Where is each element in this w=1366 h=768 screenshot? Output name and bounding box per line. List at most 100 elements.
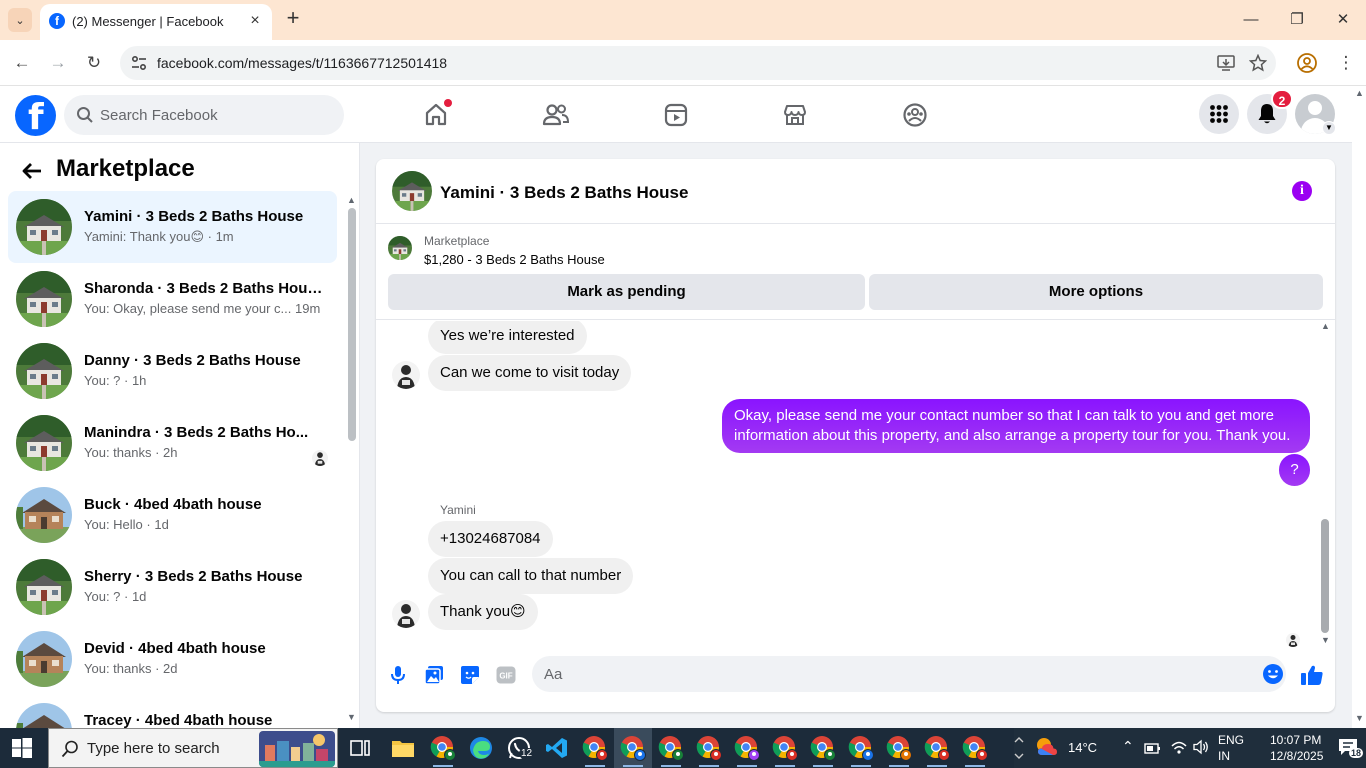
scroll-down-arrow-icon[interactable]: ▼ [1321, 635, 1330, 645]
scroll-arrows-icon[interactable] [1014, 734, 1024, 762]
close-window-button[interactable]: ✕ [1330, 8, 1356, 32]
forward-button[interactable]: → [46, 51, 70, 75]
message-bubble[interactable]: Yes we’re interested [428, 321, 587, 354]
browser-menu-icon[interactable]: ⋮ [1334, 51, 1358, 75]
list-scrollbar[interactable] [348, 208, 356, 441]
clock-time[interactable]: 10:07 PM [1270, 733, 1321, 747]
search-input[interactable] [100, 95, 336, 135]
thread-scrollbar[interactable] [1321, 519, 1329, 633]
message-bubble[interactable]: +13024687084 [428, 521, 553, 557]
chrome-window-icon[interactable] [733, 734, 761, 767]
listing-price[interactable]: $1,280 - 3 Beds 2 Baths House [424, 252, 605, 267]
message-input-wrapper[interactable] [532, 656, 1286, 692]
scroll-up-arrow-icon[interactable]: ▲ [347, 195, 356, 205]
weather-icon[interactable] [1034, 735, 1060, 759]
site-info-icon[interactable] [130, 54, 148, 72]
profile-icon[interactable] [1296, 52, 1318, 74]
chat-avatar[interactable] [392, 171, 432, 211]
wifi-icon[interactable] [1170, 739, 1188, 755]
facebook-search[interactable] [64, 95, 344, 135]
chrome-window-icon[interactable] [695, 734, 723, 767]
minimize-button[interactable]: — [1238, 8, 1264, 32]
info-icon[interactable]: i [1292, 181, 1312, 201]
conversation-item[interactable]: Danny · 3 Beds 2 Baths House You: ? · 1h [8, 335, 337, 407]
my-message-bubble[interactable]: Okay, please send me your contact number… [722, 399, 1310, 453]
chrome-window-icon[interactable] [619, 734, 647, 767]
message-bubble[interactable]: You can call to that number [428, 558, 634, 594]
volume-icon[interactable] [1192, 739, 1210, 755]
mark-as-pending-button[interactable]: Mark as pending [388, 274, 865, 310]
chrome-window-icon[interactable] [847, 734, 875, 767]
emoji-icon[interactable] [1262, 663, 1284, 685]
nav-video[interactable] [656, 96, 696, 134]
account-chevron-down-icon[interactable]: ▼ [1322, 121, 1336, 135]
edge-icon[interactable] [467, 734, 495, 762]
show-hidden-icons-chevron-up-icon[interactable]: ⌃ [1122, 738, 1134, 755]
sender-avatar[interactable] [392, 361, 420, 389]
my-message-bubble[interactable]: ? [1279, 454, 1310, 486]
clock-date[interactable]: 12/8/2025 [1270, 749, 1323, 763]
chrome-window-icon[interactable] [961, 734, 989, 767]
task-view-icon[interactable] [346, 734, 374, 762]
bookmark-star-icon[interactable] [1249, 54, 1267, 72]
listing-thumbnail[interactable] [388, 236, 412, 260]
whatsapp-icon[interactable]: 12 [505, 734, 535, 762]
voice-clip-button[interactable] [386, 663, 410, 687]
conversation-item[interactable]: Yamini · 3 Beds 2 Baths House Yamini: Tha… [8, 191, 337, 263]
menu-button[interactable] [1199, 94, 1239, 134]
language-code[interactable]: ENG [1218, 733, 1244, 747]
nav-groups[interactable] [895, 96, 935, 134]
tab-search-button[interactable]: ⌄ [8, 8, 32, 32]
sticker-button[interactable] [458, 663, 482, 687]
message-input[interactable] [544, 656, 1244, 692]
attach-photo-button[interactable] [422, 663, 446, 687]
facebook-logo[interactable]: f [15, 95, 56, 138]
message-bubble[interactable]: Thank you😊 [428, 594, 538, 630]
conversation-item[interactable]: Sherry · 3 Beds 2 Baths House You: ? · 1d [8, 551, 337, 623]
nav-friends[interactable] [536, 96, 576, 134]
scroll-up-arrow-icon[interactable]: ▲ [1355, 88, 1364, 98]
more-options-button[interactable]: More options [869, 274, 1323, 310]
taskbar-search[interactable]: Type here to search [48, 728, 338, 768]
conversation-item[interactable]: Sharonda · 3 Beds 2 Baths House You: Okay… [8, 263, 337, 335]
chrome-window-icon[interactable] [581, 734, 609, 767]
send-like-button[interactable] [1300, 663, 1324, 687]
battery-icon[interactable] [1144, 740, 1162, 756]
reload-button[interactable]: ↻ [82, 51, 106, 75]
scroll-down-arrow-icon[interactable]: ▼ [1355, 713, 1364, 723]
back-button[interactable]: ← [10, 51, 34, 75]
browser-tab[interactable]: f (2) Messenger | Facebook × [40, 4, 272, 40]
page-scrollbar[interactable]: ▲ ▼ [1352, 86, 1366, 728]
conversation-item[interactable]: Tracey · 4bed 4bath house [8, 695, 337, 728]
nav-home[interactable] [416, 96, 456, 134]
install-app-icon[interactable] [1217, 54, 1235, 72]
new-tab-button[interactable]: + [282, 7, 304, 30]
chat-title[interactable]: Yamini · 3 Beds 2 Baths House [440, 183, 688, 203]
chrome-window-icon[interactable] [657, 734, 685, 767]
back-arrow-icon[interactable] [20, 159, 44, 183]
language-region[interactable]: IN [1218, 749, 1230, 763]
windows-start-icon[interactable] [12, 738, 32, 758]
nav-marketplace[interactable] [775, 96, 815, 134]
scroll-up-arrow-icon[interactable]: ▲ [1321, 321, 1330, 331]
conversation-item[interactable]: Manindra · 3 Beds 2 Baths Ho... You: than… [8, 407, 337, 479]
restore-button[interactable]: ❐ [1284, 8, 1310, 32]
chrome-window-icon[interactable] [771, 734, 799, 767]
gif-button[interactable]: GIF [494, 663, 518, 687]
chrome-window-icon[interactable] [809, 734, 837, 767]
conversation-item[interactable]: Devid · 4bed 4bath house You: thanks · 2d [8, 623, 337, 695]
sender-avatar[interactable] [392, 600, 420, 628]
conversation-item[interactable]: Buck · 4bed 4bath house You: Hello · 1d [8, 479, 337, 551]
chrome-profile-1-icon[interactable] [429, 734, 457, 767]
weather-temp[interactable]: 14°C [1068, 740, 1097, 755]
vscode-icon[interactable] [543, 734, 571, 762]
url-text[interactable]: facebook.com/messages/t/1163667712501418 [157, 55, 447, 71]
notification-center-button[interactable]: 18 [1338, 738, 1364, 760]
file-explorer-icon[interactable] [389, 734, 417, 762]
message-bubble[interactable]: Can we come to visit today [428, 355, 632, 391]
chrome-window-icon[interactable] [885, 734, 913, 767]
omnibox[interactable]: facebook.com/messages/t/1163667712501418 [120, 46, 1276, 80]
chrome-window-icon[interactable] [923, 734, 951, 767]
close-tab-icon[interactable]: × [245, 12, 265, 32]
scroll-down-arrow-icon[interactable]: ▼ [347, 712, 356, 722]
